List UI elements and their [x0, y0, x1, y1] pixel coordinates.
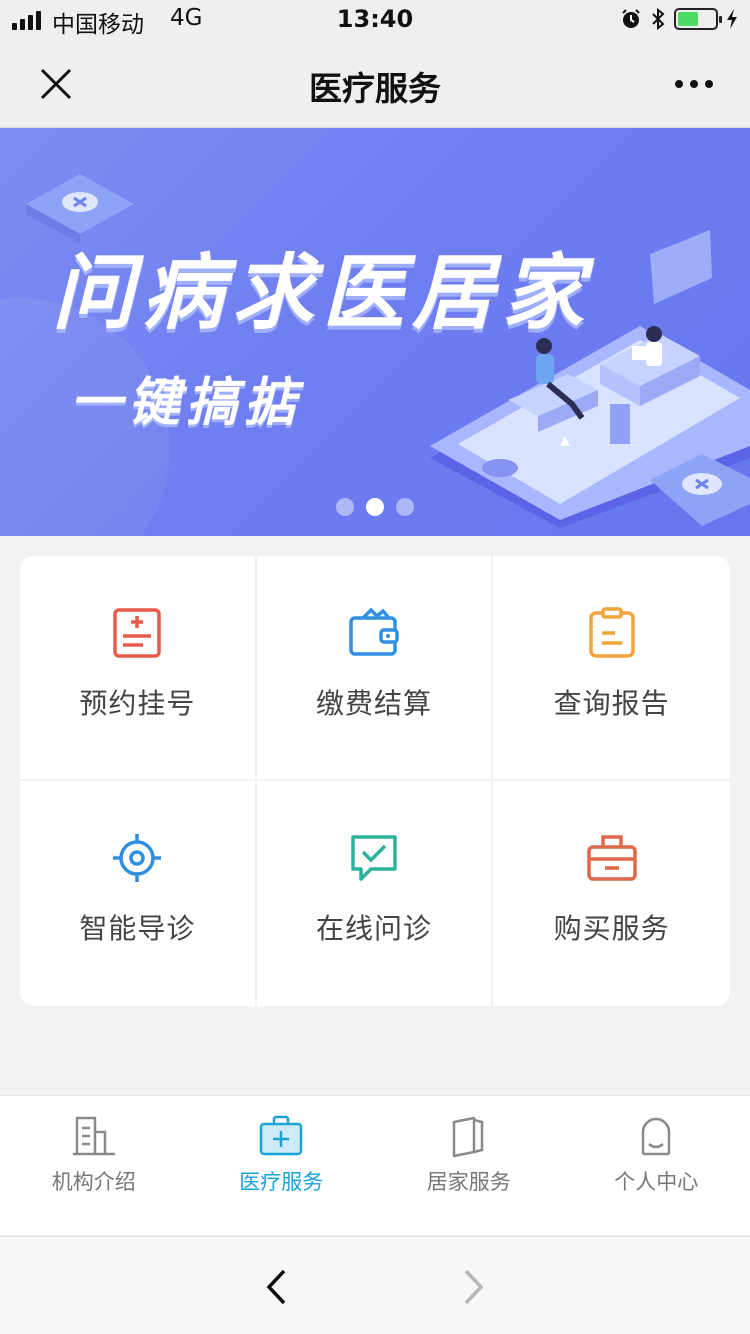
bluetooth-icon	[652, 7, 665, 31]
service-label: 预约挂号	[79, 687, 196, 720]
chat-check-icon	[351, 835, 397, 881]
service-purchase[interactable]: 购买服务	[493, 781, 730, 1006]
service-grid: 预约挂号 缴费结算 查询报告 智能导诊 在线问诊 购买服务	[20, 556, 730, 1006]
status-bar: 中国移动 4G 13:40	[0, 0, 750, 40]
banner-title: 问病求医居家	[52, 246, 592, 341]
tab-label: 个人中心	[614, 1170, 699, 1194]
chevron-right-icon	[464, 1269, 484, 1305]
tab-home-service[interactable]: 居家服务	[375, 1096, 563, 1235]
carousel-dot[interactable]	[336, 498, 354, 516]
service-label: 购买服务	[553, 912, 670, 945]
battery-icon	[674, 8, 722, 30]
service-label: 缴费结算	[315, 687, 432, 720]
tab-label: 医疗服务	[239, 1170, 324, 1194]
report-icon	[588, 607, 635, 658]
carousel-dot[interactable]	[396, 498, 414, 516]
tab-medical-service[interactable]: 医疗服务	[188, 1096, 376, 1235]
register-icon	[113, 608, 162, 658]
back-button[interactable]	[252, 1263, 300, 1311]
browser-toolbar	[0, 1236, 750, 1334]
navbar: 医疗服务	[0, 40, 750, 128]
home-service-icon	[452, 1116, 483, 1158]
service-online-consult[interactable]: 在线问诊	[257, 781, 494, 1006]
more-button[interactable]	[668, 58, 720, 110]
wallet-icon	[349, 607, 399, 656]
service-appointment[interactable]: 预约挂号	[20, 556, 257, 781]
service-triage[interactable]: 智能导诊	[20, 781, 257, 1006]
tab-label: 居家服务	[426, 1170, 511, 1194]
page-title: 医疗服务	[309, 69, 441, 108]
medical-kit-icon	[260, 1115, 303, 1156]
service-label: 智能导诊	[79, 912, 196, 945]
alarm-icon	[622, 9, 640, 28]
carousel-dot-active[interactable]	[366, 498, 384, 516]
building-icon	[72, 1116, 115, 1156]
tab-label: 机构介绍	[51, 1170, 136, 1194]
user-icon	[642, 1117, 671, 1156]
service-label: 在线问诊	[315, 912, 432, 945]
carousel-indicator	[0, 498, 750, 516]
shopping-bag-icon	[586, 835, 637, 881]
service-payment[interactable]: 缴费结算	[256, 556, 494, 781]
service-report[interactable]: 查询报告	[493, 556, 730, 781]
service-label: 查询报告	[553, 687, 670, 720]
promo-banner[interactable]: 问病求医居家 一键搞掂	[0, 128, 750, 536]
forward-button[interactable]	[450, 1263, 498, 1311]
more-icon	[675, 80, 713, 88]
banner-subtitle: 一键搞掂	[70, 373, 303, 433]
target-icon	[113, 834, 162, 882]
tab-institution[interactable]: 机构介绍	[0, 1096, 188, 1235]
tab-profile[interactable]: 个人中心	[563, 1096, 750, 1235]
tab-bar: 机构介绍 医疗服务 居家服务 个人中心	[0, 1095, 750, 1235]
charging-icon	[727, 9, 737, 29]
chevron-left-icon	[266, 1269, 286, 1305]
